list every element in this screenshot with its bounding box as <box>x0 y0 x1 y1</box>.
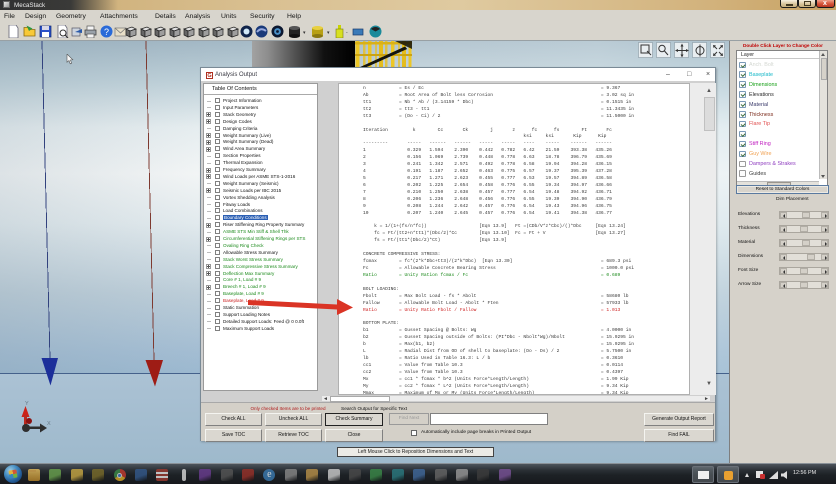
svg-text:X: X <box>47 421 51 427</box>
svg-text:?: ? <box>104 27 109 37</box>
svg-text:Y: Y <box>25 401 29 407</box>
